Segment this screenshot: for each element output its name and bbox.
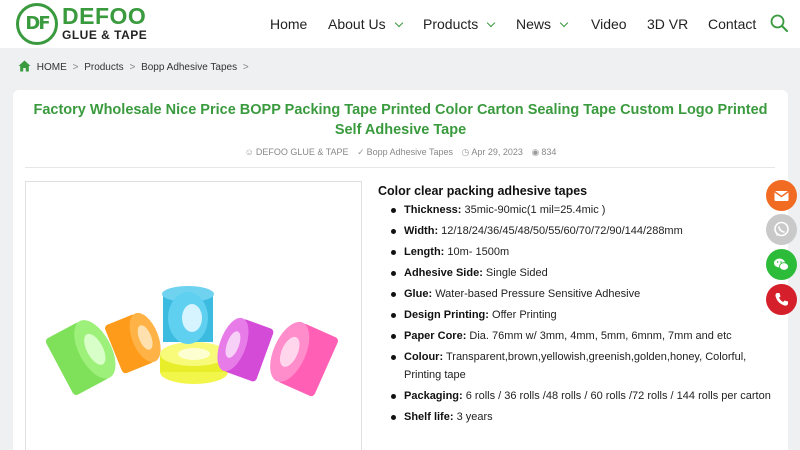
- nav-item-about-us[interactable]: About Us: [328, 0, 403, 48]
- logo-name: DEFOO: [62, 3, 147, 29]
- spec-value: Water-based Pressure Sensitive Adhesive: [435, 288, 641, 300]
- nav-item-contact[interactable]: Contact: [708, 0, 756, 48]
- spec-item: Adhesive Side: Single Sided: [391, 264, 771, 282]
- spec-label: Width:: [404, 225, 439, 237]
- spec-value: Single Sided: [485, 267, 548, 279]
- tag-icon: ✓: [357, 147, 365, 157]
- spec-value: 6 rolls / 36 rolls /48 rolls / 60 rolls …: [465, 390, 771, 402]
- yellow-tape-roll: [160, 342, 228, 384]
- breadcrumb-separator: >: [242, 62, 249, 73]
- meta-author[interactable]: ☺ DEFOO GLUE & TAPE: [245, 147, 349, 157]
- spec-value: 35mic-90mic(1 mil=25.4mic ): [464, 204, 606, 216]
- email-icon: [774, 190, 789, 201]
- breadcrumb-separator: >: [129, 62, 136, 73]
- clock-icon: ◷: [461, 147, 470, 157]
- whatsapp-button[interactable]: [766, 214, 797, 245]
- spec-value: 10m- 1500m: [447, 246, 510, 258]
- spec-item: Glue: Water-based Pressure Sensitive Adh…: [391, 285, 771, 303]
- nav-item-video[interactable]: Video: [591, 0, 627, 48]
- nav-item-home[interactable]: Home: [270, 0, 307, 48]
- meta-date-text: Apr 29, 2023: [471, 147, 523, 157]
- spec-label: Packaging:: [404, 390, 463, 402]
- tape-rolls-illustration: [45, 286, 339, 397]
- breadcrumb-products[interactable]: Products: [84, 62, 123, 73]
- home-icon[interactable]: [18, 60, 31, 72]
- nav-label: News: [516, 16, 552, 32]
- meta-date: ◷ Apr 29, 2023: [462, 147, 523, 157]
- spec-label: Design Printing:: [404, 309, 489, 321]
- breadcrumb-category[interactable]: Bopp Adhesive Tapes: [141, 62, 237, 73]
- pink-tape-roll: [270, 321, 339, 397]
- spec-value: 12/18/24/36/45/48/50/55/60/70/72/90/144/…: [441, 225, 683, 237]
- user-icon: ☺: [244, 147, 254, 157]
- spec-item: Width: 12/18/24/36/45/48/50/55/60/70/72/…: [391, 222, 771, 240]
- whatsapp-icon: [774, 221, 789, 237]
- nav-label: Video: [591, 16, 627, 32]
- nav-label: 3D VR: [647, 16, 689, 32]
- spec-label: Glue:: [404, 288, 433, 300]
- spec-label: Colour:: [404, 351, 444, 363]
- chevron-down-icon: [394, 18, 403, 28]
- spec-label: Adhesive Side:: [404, 267, 483, 279]
- spec-item: Paper Core: Dia. 76mm w/ 3mm, 4mm, 5mm, …: [391, 327, 771, 345]
- wechat-icon: [774, 258, 789, 271]
- spec-item: Shelf life: 3 years: [391, 408, 771, 426]
- breadcrumb: HOME > Products > Bopp Adhesive Tapes >: [18, 60, 252, 76]
- email-button[interactable]: [766, 180, 797, 211]
- nav-item-products[interactable]: Products: [423, 0, 496, 48]
- chevron-down-icon: [487, 18, 496, 28]
- spec-label: Shelf life:: [404, 411, 454, 423]
- nav-label: Products: [423, 16, 479, 32]
- spec-label: Length:: [404, 246, 445, 258]
- product-title: Factory Wholesale Nice Price BOPP Packin…: [33, 102, 768, 138]
- search-icon[interactable]: [770, 14, 788, 32]
- spec-item: Thickness: 35mic-90mic(1 mil=25.4mic ): [391, 201, 771, 219]
- spec-value: Transparent,brown,yellowish,greenish,gol…: [404, 351, 747, 381]
- meta-views: ◉ 834: [531, 147, 556, 157]
- nav-label: Home: [270, 16, 308, 32]
- spec-item: Packaging: 6 rolls / 36 rolls /48 rolls …: [391, 387, 771, 405]
- spec-list: Thickness: 35mic-90mic(1 mil=25.4mic ) W…: [391, 201, 771, 429]
- logo-subtitle: GLUE & TAPE: [62, 28, 148, 42]
- spec-value: Offer Printing: [492, 309, 557, 321]
- divider: [25, 167, 775, 168]
- logo-mark: DF: [16, 3, 58, 45]
- chevron-down-icon: [559, 18, 569, 28]
- spec-item: Colour: Transparent,brown,yellowish,gree…: [391, 348, 771, 384]
- meta-author-text: DEFOO GLUE & TAPE: [255, 147, 349, 157]
- breadcrumb-separator: >: [72, 62, 79, 73]
- spec-item: Length: 10m- 1500m: [391, 243, 771, 261]
- blue-tape-roll: [162, 286, 214, 344]
- spec-value: 3 years: [456, 411, 493, 423]
- logo-mark-text: DF: [25, 13, 50, 34]
- nav-label: Contact: [708, 16, 757, 32]
- nav-label: About Us: [328, 16, 386, 32]
- site-logo[interactable]: DF DEFOO GLUE & TAPE: [16, 3, 156, 45]
- spec-heading: Color clear packing adhesive tapes: [378, 184, 588, 198]
- meta-views-text: 834: [541, 147, 557, 157]
- spec-item: Design Printing: Offer Printing: [391, 306, 771, 324]
- nav-item-news[interactable]: News: [516, 0, 569, 48]
- site-header: DF DEFOO GLUE & TAPE Home About Us Produ…: [0, 0, 800, 48]
- eye-icon: ◉: [531, 147, 540, 157]
- meta-category[interactable]: ✓ Bopp Adhesive Tapes: [357, 147, 453, 157]
- phone-button[interactable]: [766, 284, 797, 315]
- product-image[interactable]: [25, 181, 362, 450]
- product-meta: ☺ DEFOO GLUE & TAPE ✓ Bopp Adhesive Tapes …: [13, 147, 788, 158]
- meta-category-text: Bopp Adhesive Tapes: [366, 147, 454, 157]
- spec-label: Paper Core:: [404, 330, 467, 342]
- phone-icon: [775, 293, 788, 306]
- spec-value: Dia. 76mm w/ 3mm, 4mm, 5mm, 6mnm, 7mm an…: [469, 330, 732, 342]
- spec-label: Thickness:: [404, 204, 462, 216]
- wechat-button[interactable]: [766, 249, 797, 280]
- nav-item-3d-vr[interactable]: 3D VR: [647, 0, 688, 48]
- breadcrumb-home[interactable]: HOME: [37, 62, 67, 73]
